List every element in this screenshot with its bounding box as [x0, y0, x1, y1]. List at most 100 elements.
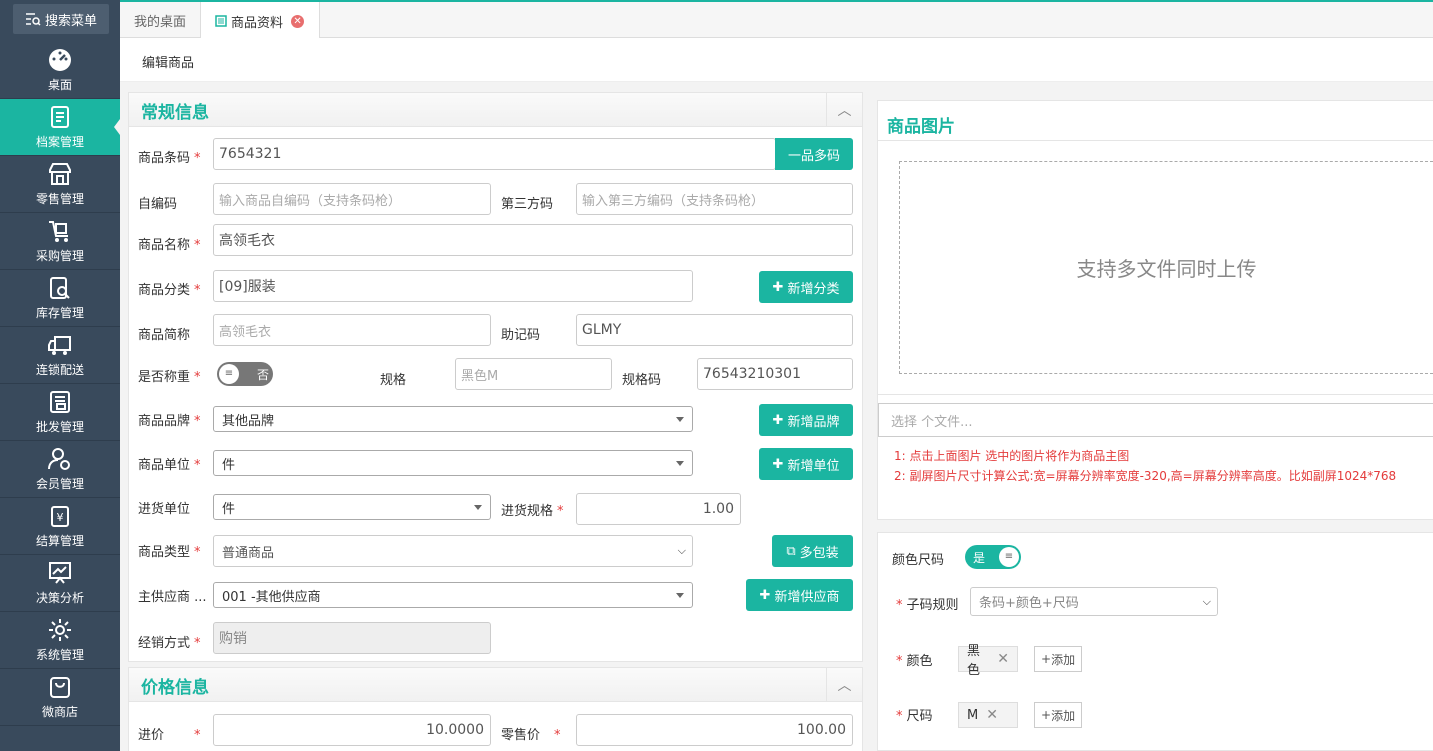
remove-icon[interactable]: ✕ — [986, 707, 998, 723]
name-label: 商品名称 * — [138, 238, 201, 253]
image-panel-title: 商品图片 — [887, 117, 955, 137]
svg-text:¥: ¥ — [57, 511, 64, 524]
cart-icon — [49, 221, 68, 242]
supplier-select[interactable]: 001 -其他供应商 — [213, 582, 693, 608]
drop-zone-text: 支持多文件同时上传 — [1076, 257, 1257, 281]
add-color-button[interactable]: + 添加 — [1034, 646, 1083, 672]
mnemonic-input[interactable]: GLMY — [576, 314, 853, 346]
file-select-input[interactable]: 选择 个文件... — [878, 403, 1433, 437]
archive-icon — [51, 106, 69, 128]
sidebar-item-desktop[interactable]: 桌面 — [0, 42, 120, 99]
spec-input[interactable]: 黑色M — [455, 358, 612, 390]
sidebar-item-wholesale[interactable]: 批发管理 — [0, 384, 120, 441]
retail-price-input[interactable]: 100.00 — [576, 714, 853, 746]
short-name-label: 商品简称 — [138, 328, 191, 343]
chevron-down-icon: ⌵ — [677, 544, 686, 557]
external-link-icon: ⧉ — [786, 543, 796, 559]
unit-select[interactable]: 件 — [213, 450, 693, 476]
image-note-1: 1: 点击上面图片 选中的图片将作为商品主图 — [894, 449, 1130, 463]
caret-down-icon — [676, 417, 684, 426]
tab-bar: 我的桌面 商品资料 ✕ — [120, 0, 1433, 40]
barcode-input[interactable]: 7654321 — [213, 138, 776, 170]
sidebar-item-label: 结算管理 — [35, 534, 84, 548]
search-list-icon — [25, 13, 41, 26]
short-name-input[interactable]: 高领毛衣 — [213, 314, 491, 346]
inventory-icon — [50, 277, 70, 299]
sidebar-item-system[interactable]: 系统管理 — [0, 612, 120, 669]
color-size-toggle[interactable]: 是 ≡ — [965, 545, 1021, 569]
spec-label: 规格 — [380, 373, 407, 388]
wholesale-icon — [50, 391, 70, 413]
sidebar-item-retail[interactable]: 零售管理 — [0, 156, 120, 213]
category-label: 商品分类 * — [138, 283, 201, 298]
panel-title: 常规信息 — [141, 103, 209, 123]
panel-title: 价格信息 — [141, 678, 209, 698]
collapse-chevron-up-icon[interactable]: ︿ — [826, 93, 862, 127]
sidebar-item-label: 桌面 — [47, 78, 72, 92]
self-code-label: 自编码 — [138, 197, 178, 212]
purchase-unit-label: 进货单位 — [138, 502, 191, 517]
add-category-button[interactable]: ✚ 新增分类 — [759, 271, 853, 303]
sidebar-item-purchase[interactable]: 采购管理 — [0, 213, 120, 270]
sidebar-item-label: 零售管理 — [35, 192, 84, 206]
barcode-label: 商品条码 * — [138, 151, 201, 166]
spec-code-input[interactable]: 76543210301 — [697, 358, 853, 390]
name-input[interactable]: 高领毛衣 — [213, 224, 853, 256]
type-select[interactable]: 普通商品 ⌵ — [213, 535, 693, 567]
category-input[interactable]: [09]服装 — [213, 270, 693, 302]
sidebar-item-analysis[interactable]: 决策分析 — [0, 555, 120, 612]
remove-icon[interactable]: ✕ — [997, 651, 1009, 667]
search-menu-button[interactable]: 搜索菜单 — [13, 4, 109, 34]
sidebar-item-member[interactable]: 会员管理 — [0, 441, 120, 498]
self-code-input[interactable]: 输入商品自编码（支持条码枪） — [213, 183, 491, 215]
weighing-toggle[interactable]: ≡ 否 — [217, 362, 273, 386]
sidebar-item-label: 连锁配送 — [35, 363, 84, 377]
tab-label: 我的桌面 — [134, 15, 187, 30]
sub-code-rule-select[interactable]: 条码+颜色+尺码 ⌵ — [970, 587, 1218, 616]
brand-select[interactable]: 其他品牌 — [213, 406, 693, 432]
collapse-chevron-up-icon[interactable]: ︿ — [826, 668, 862, 702]
plus-icon: ✚ — [759, 587, 771, 603]
chevron-down-icon: ⌵ — [1202, 595, 1211, 608]
color-size-label: 颜色尺码 — [892, 553, 945, 568]
sidebar-item-delivery[interactable]: 连锁配送 — [0, 327, 120, 384]
plus-icon: ✚ — [772, 412, 784, 428]
multi-pack-button[interactable]: ⧉ 多包装 — [772, 535, 853, 567]
sidebar-item-label: 决策分析 — [35, 591, 84, 605]
add-size-button[interactable]: + 添加 — [1034, 702, 1083, 728]
tab-product-info[interactable]: 商品资料 ✕ — [200, 2, 320, 40]
list-icon — [215, 15, 227, 27]
sidebar-item-label: 系统管理 — [35, 648, 84, 662]
sidebar: 搜索菜单 桌面 档案管理 零售管理 采购管理 库存管理 连锁配送 批发管理 会员… — [0, 0, 120, 751]
close-icon[interactable]: ✕ — [291, 14, 305, 28]
purchase-price-input[interactable]: 10.0000 — [213, 714, 491, 746]
sidebar-item-settlement[interactable]: ¥ 结算管理 — [0, 498, 120, 555]
plus-icon: ✚ — [772, 456, 784, 472]
unit-label: 商品单位 * — [138, 458, 201, 473]
add-unit-button[interactable]: ✚ 新增单位 — [759, 448, 853, 480]
tab-my-desktop[interactable]: 我的桌面 — [120, 2, 200, 39]
purchase-unit-select[interactable]: 件 — [213, 494, 491, 520]
page-header: 编辑商品 — [120, 38, 1433, 82]
member-icon — [48, 448, 70, 470]
sidebar-item-label: 采购管理 — [35, 249, 84, 263]
sidebar-item-inventory[interactable]: 库存管理 — [0, 270, 120, 327]
add-supplier-button[interactable]: ✚ 新增供应商 — [746, 579, 853, 611]
third-code-input[interactable]: 输入第三方编码（支持条码枪） — [576, 183, 853, 215]
purchase-spec-input[interactable]: 1.00 — [576, 493, 741, 525]
store-icon — [49, 163, 71, 185]
purchase-spec-label: 进货规格 * — [501, 504, 564, 519]
size-tag: M ✕ — [958, 702, 1018, 728]
multi-code-button[interactable]: 一品多码 — [775, 138, 853, 170]
brand-label: 商品品牌 * — [138, 414, 201, 429]
sidebar-item-microstore[interactable]: 微商店 — [0, 669, 120, 726]
third-code-label: 第三方码 — [501, 197, 554, 212]
add-brand-button[interactable]: ✚ 新增品牌 — [759, 404, 853, 436]
page-title: 编辑商品 — [142, 56, 195, 71]
image-drop-zone[interactable]: 支持多文件同时上传 — [899, 161, 1433, 374]
type-label: 商品类型 * — [138, 545, 201, 560]
sidebar-item-archive[interactable]: 档案管理 — [0, 99, 120, 156]
size-label: * 尺码 — [896, 709, 933, 724]
sidebar-item-label: 档案管理 — [35, 135, 84, 149]
color-label: * 颜色 — [896, 654, 933, 669]
